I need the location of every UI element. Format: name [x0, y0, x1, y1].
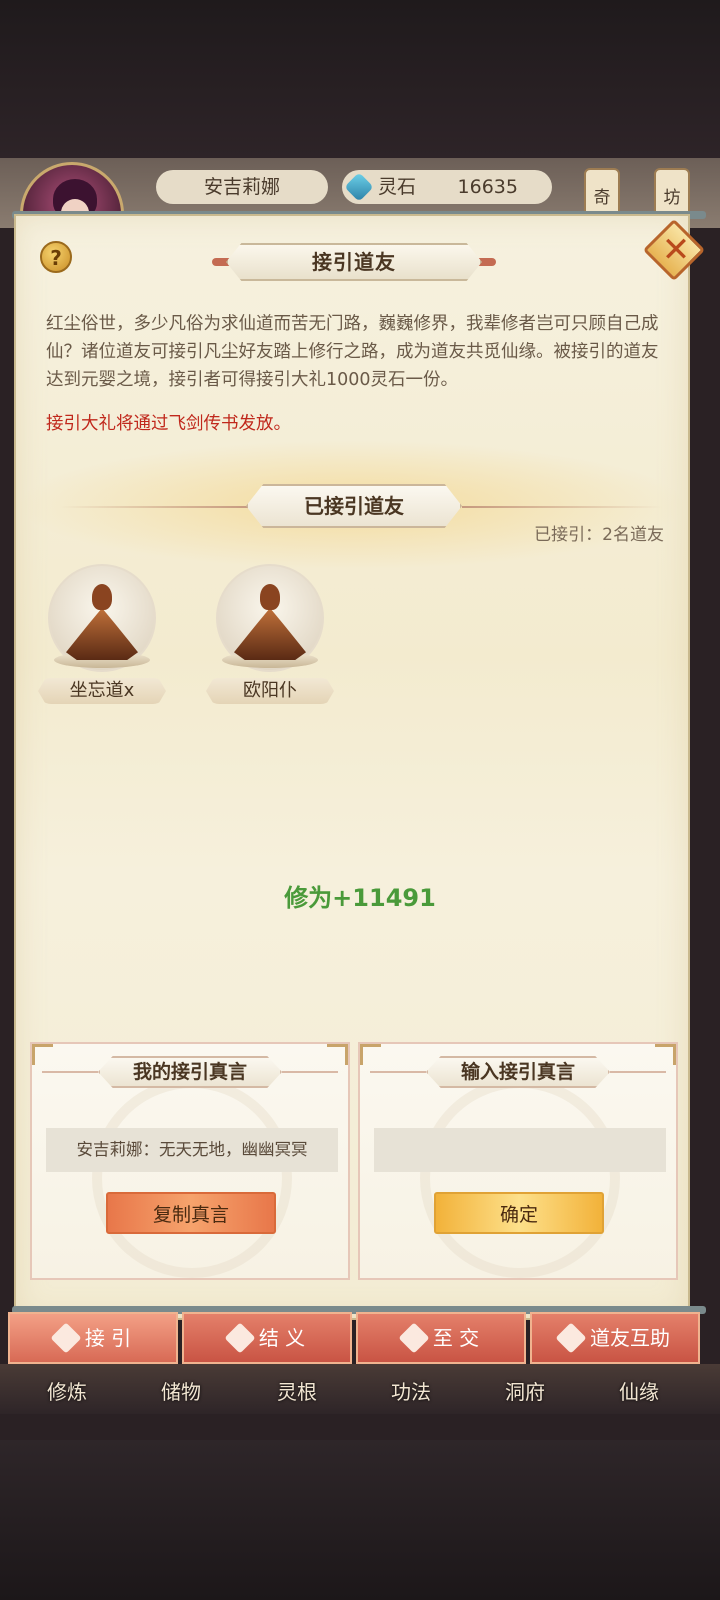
spirit-stone-value: 16635 [457, 176, 518, 198]
invited-friend[interactable]: 坐忘道x [38, 564, 166, 704]
friend-name: 欧阳仆 [206, 678, 334, 704]
panel-corner [327, 1044, 348, 1065]
copy-code-button[interactable]: 复制真言 [106, 1192, 276, 1234]
panel-decoration [420, 1078, 620, 1278]
invite-tab-bar: 接 引 结 义 至 交 道友互助 [8, 1312, 704, 1364]
panel-corner [32, 1044, 53, 1065]
panel-corner [655, 1044, 676, 1065]
panel-title-line [370, 1071, 426, 1073]
confirm-button[interactable]: 确定 [434, 1192, 604, 1234]
spirit-stone-icon [344, 172, 374, 202]
my-code-text: 安吉莉娜：无天无地，幽幽冥冥 [46, 1128, 338, 1172]
panel-decoration [92, 1078, 292, 1278]
panel-title-line [610, 1071, 666, 1073]
help-icon[interactable]: ? [40, 241, 72, 273]
close-icon[interactable]: ✕ [656, 230, 696, 270]
nav-cave[interactable]: 洞府 [480, 1370, 570, 1410]
intro-text: 红尘俗世，多少凡俗为求仙道而苦无门路，巍巍修界，我辈修者岂可只顾自己成仙？诸位道… [46, 314, 659, 390]
invited-friend[interactable]: 欧阳仆 [206, 564, 334, 704]
section-line-left [60, 506, 250, 508]
crossed-swords-icon [224, 1321, 256, 1354]
my-invite-code-panel: 我的接引真言 安吉莉娜：无天无地，幽幽冥冥 复制真言 [30, 1042, 350, 1280]
cultivation-gain-toast: 修为+11491 [284, 884, 436, 912]
tab-sworn[interactable]: 结 义 [182, 1312, 352, 1364]
panel-title-line [42, 1071, 98, 1073]
helping-hands-icon [555, 1321, 587, 1354]
nav-cultivate[interactable]: 修炼 [22, 1370, 112, 1410]
nav-fate[interactable]: 仙缘 [594, 1370, 684, 1410]
nav-spirit-root[interactable]: 灵根 [252, 1370, 342, 1410]
tab-label: 至 交 [432, 1326, 480, 1350]
bottom-background [0, 1440, 720, 1600]
invited-count: 已接引：2名道友 [534, 525, 664, 545]
notice-text: 接引大礼将通过飞剑传书发放。 [46, 414, 291, 434]
tab-label: 接 引 [84, 1326, 132, 1350]
knot-icon [398, 1321, 430, 1354]
tab-invite[interactable]: 接 引 [8, 1312, 178, 1364]
dialog-title: 接引道友 [312, 250, 396, 274]
friend-name: 坐忘道x [38, 678, 166, 704]
figure-head [260, 584, 280, 610]
nav-storage[interactable]: 储物 [136, 1370, 226, 1410]
section-title: 已接引道友 [304, 494, 404, 518]
enter-code-title: 输入接引真言 [460, 1061, 575, 1083]
nav-techniques[interactable]: 功法 [366, 1370, 456, 1410]
invite-code-input[interactable] [374, 1128, 666, 1172]
tab-label: 结 义 [258, 1326, 306, 1350]
enter-invite-code-panel: 输入接引真言 确定 [358, 1042, 678, 1280]
spirit-stone-counter: 灵石 16635 [342, 170, 552, 204]
section-line-right [462, 506, 662, 508]
tab-mutual-help[interactable]: 道友互助 [530, 1312, 700, 1364]
top-background [0, 0, 720, 160]
spirit-stone-label: 灵石 [378, 176, 417, 198]
figure-head [92, 584, 112, 610]
panel-corner [360, 1044, 381, 1065]
panel-title-line [282, 1071, 338, 1073]
player-name: 安吉莉娜 [156, 170, 328, 204]
tab-close-friend[interactable]: 至 交 [356, 1312, 526, 1364]
person-icon [50, 1321, 82, 1354]
my-code-title: 我的接引真言 [132, 1061, 247, 1083]
tab-label: 道友互助 [590, 1326, 670, 1350]
